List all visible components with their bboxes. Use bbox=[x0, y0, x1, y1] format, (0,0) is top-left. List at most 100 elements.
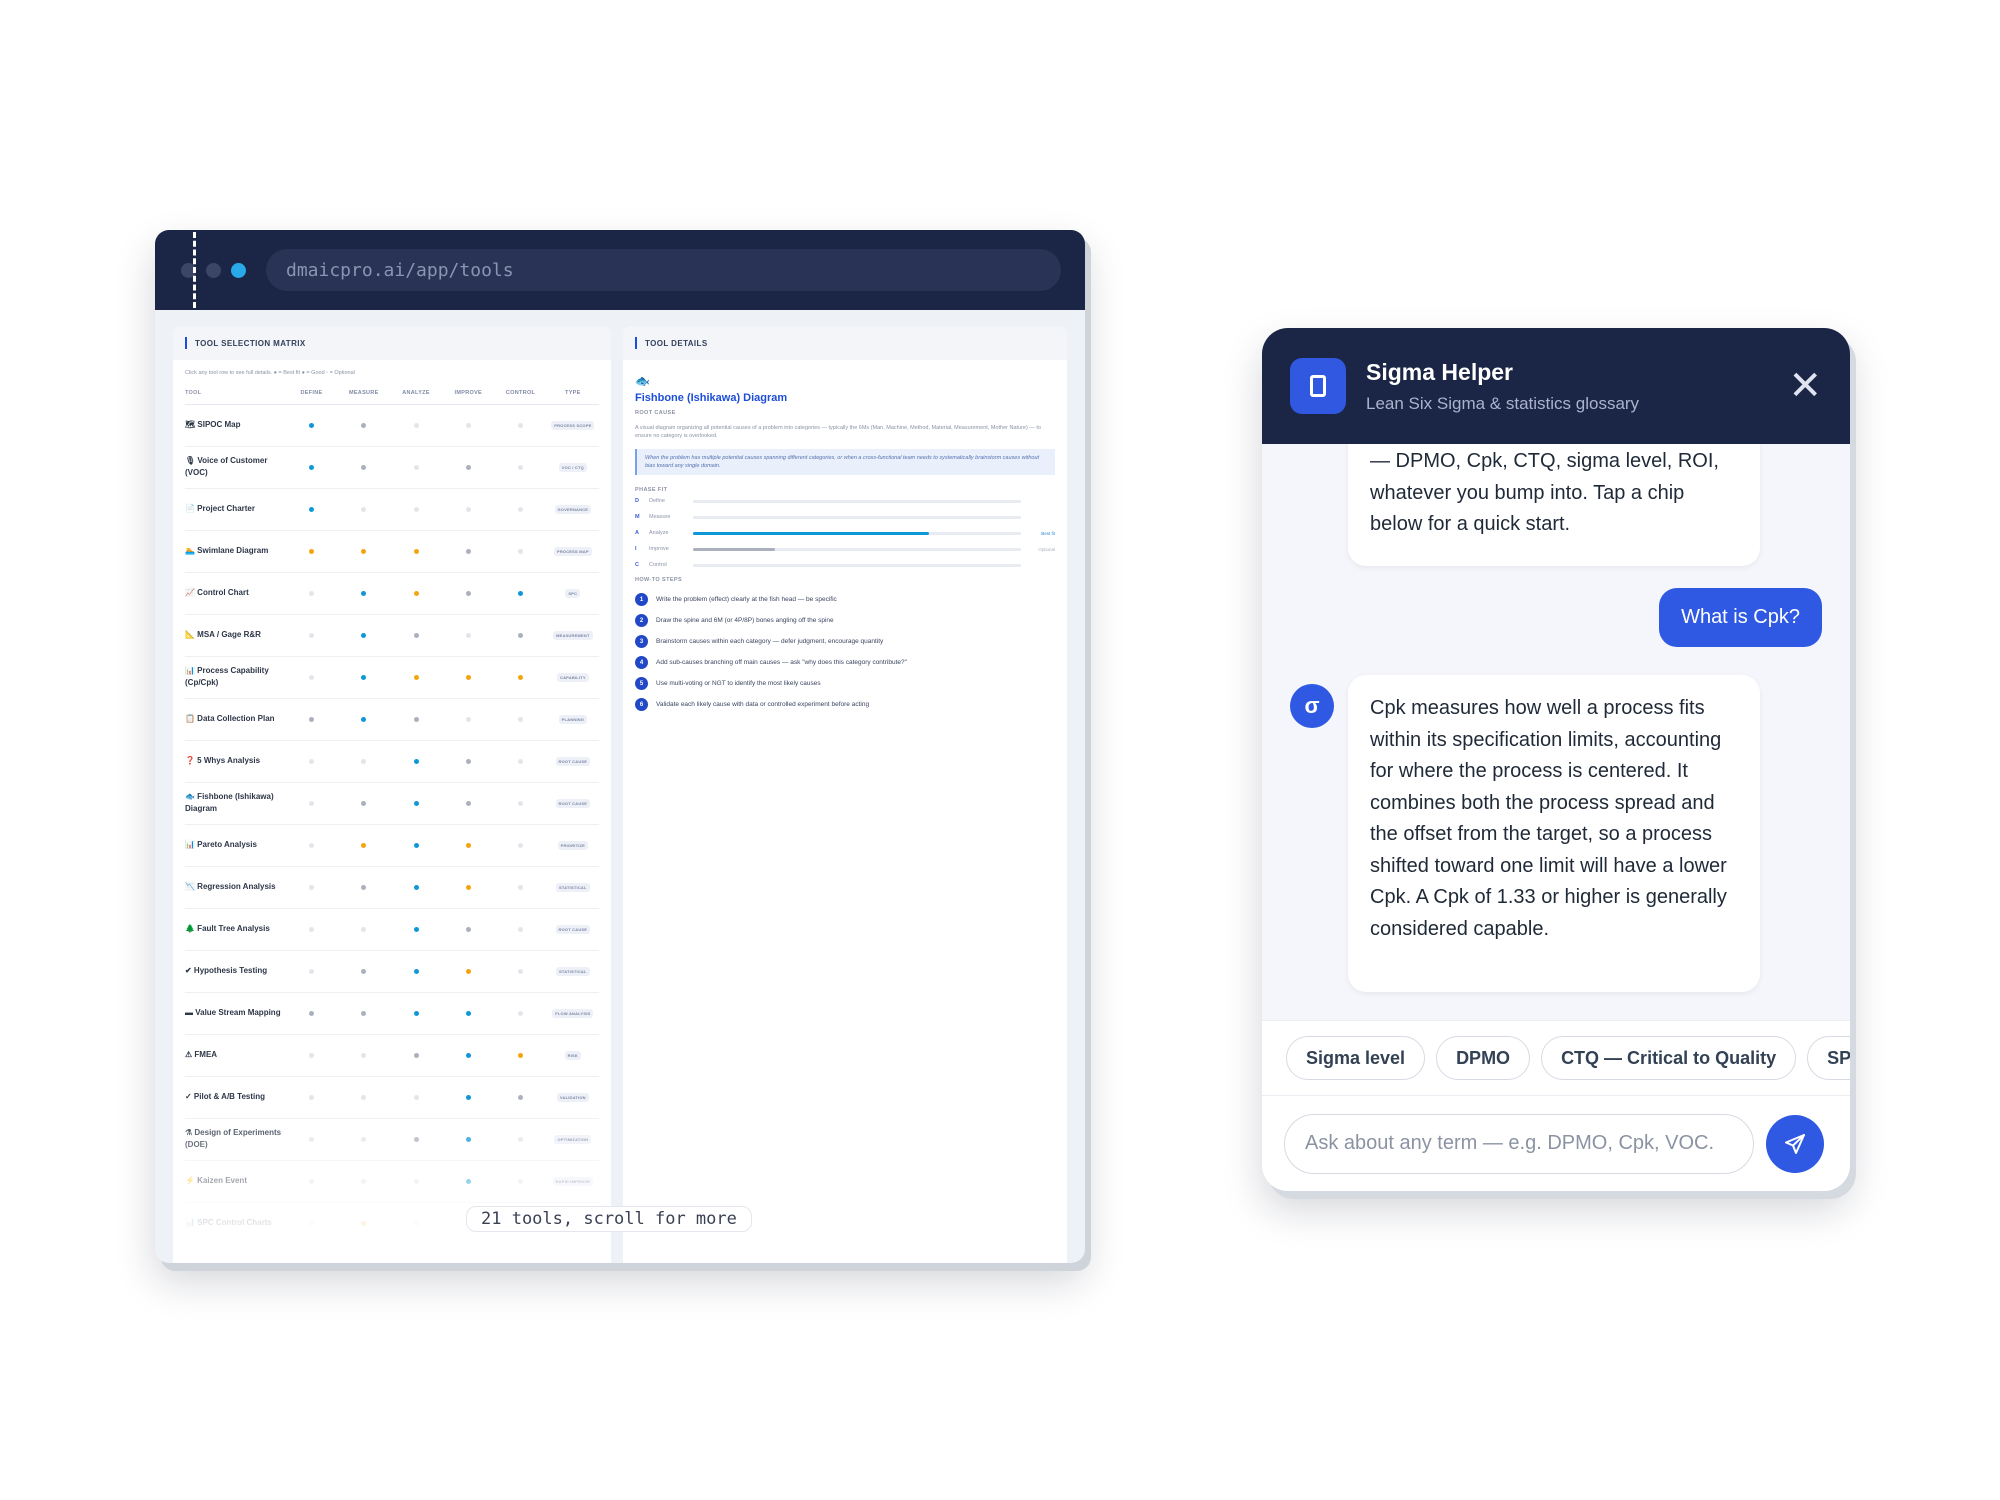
table-row[interactable]: ⚡ Kaizen Event RAPID IMPROVE bbox=[185, 1160, 599, 1203]
chip-sigma-level[interactable]: Sigma level bbox=[1286, 1036, 1426, 1080]
fit-dot-icon bbox=[518, 632, 524, 638]
tool-type-badge: OPTIMIZATION bbox=[554, 1135, 592, 1144]
column-header-define: DEFINE bbox=[285, 382, 338, 405]
phase-fit-cell bbox=[442, 656, 495, 699]
tool-name-cell: 📉 Regression Analysis bbox=[185, 866, 286, 909]
table-row[interactable]: 📊 Process Capability (Cp/Cpk) CAPABILITY bbox=[185, 656, 599, 699]
phase-fit-track bbox=[693, 499, 1021, 503]
send-button[interactable] bbox=[1766, 1114, 1824, 1173]
window-dot-active-icon[interactable] bbox=[231, 262, 246, 278]
table-row[interactable]: 📄 Project Charter GOVERNANCE bbox=[185, 488, 599, 531]
table-row[interactable]: ⚠ FMEA RISK bbox=[185, 1034, 599, 1077]
phase-fit-cell bbox=[285, 614, 338, 657]
phase-fit-cell bbox=[442, 614, 495, 657]
fit-dot-icon bbox=[518, 1094, 524, 1100]
address-bar[interactable]: dmaicpro.ai/app/tools bbox=[266, 249, 1061, 291]
phase-fit-cell bbox=[389, 992, 443, 1035]
fit-dot-icon bbox=[518, 1178, 524, 1184]
phase-fit-cell bbox=[442, 530, 495, 573]
table-row[interactable]: 📐 MSA / Gage R&R MEASUREMENT bbox=[185, 614, 599, 657]
fit-dot-icon bbox=[361, 884, 367, 890]
phase-fit-cell bbox=[389, 698, 443, 741]
phase-fit-cell bbox=[337, 740, 390, 783]
chip-ctq[interactable]: CTQ — Critical to Quality bbox=[1541, 1036, 1797, 1080]
tool-name-cell: 🎙 Voice of Customer (VOC) bbox=[185, 446, 286, 489]
fit-dot-icon bbox=[465, 422, 471, 428]
table-row[interactable]: 📋 Data Collection Plan PLANNING bbox=[185, 698, 599, 741]
phase-fit-cell bbox=[494, 824, 547, 867]
window-dot-icon[interactable] bbox=[206, 262, 221, 278]
phase-fit-cell bbox=[285, 1118, 338, 1161]
fit-dot-icon bbox=[465, 800, 471, 806]
fit-dot-icon bbox=[308, 1010, 314, 1016]
fit-dot-icon bbox=[308, 674, 314, 680]
table-row[interactable]: ⚗ Design of Experiments (DOE) OPTIMIZATIO… bbox=[185, 1118, 599, 1161]
tool-type-cell: PLANNING bbox=[546, 698, 599, 741]
chat-input[interactable] bbox=[1284, 1113, 1754, 1174]
phase-fit-cell bbox=[494, 1076, 547, 1119]
fit-dot-icon bbox=[518, 1052, 524, 1058]
phase-fit-fill bbox=[693, 531, 930, 535]
phase-fit-cell bbox=[389, 1202, 443, 1245]
table-row[interactable]: 🗺 SIPOC Map PROCESS SCOPE bbox=[185, 404, 599, 447]
fit-dot-icon bbox=[308, 926, 314, 932]
phase-fit-cell bbox=[494, 1118, 547, 1161]
how-to-step: 2 Draw the spine and 6M (or 4P/8P) bones … bbox=[635, 610, 1055, 631]
phase-fit-cell bbox=[442, 908, 495, 951]
phase-fit-cell bbox=[389, 488, 443, 531]
tool-type-cell: ROOT CAUSE bbox=[546, 740, 599, 783]
chat-header: Sigma Helper Lean Six Sigma & statistics… bbox=[1262, 328, 1850, 444]
table-row[interactable]: ✓ Pilot & A/B Testing VALIDATION bbox=[185, 1076, 599, 1119]
tool-type-cell: OPTIMIZATION bbox=[546, 1118, 599, 1161]
phase-fit-cell bbox=[337, 698, 390, 741]
tool-type-cell: PROCESS MAP bbox=[546, 530, 599, 573]
tool-type-cell: CAPABILITY bbox=[546, 656, 599, 699]
phase-fit-cell bbox=[494, 614, 547, 657]
chip-spc[interactable]: SPC bbox=[1807, 1036, 1850, 1080]
table-row[interactable]: 🏊 Swimlane Diagram PROCESS MAP bbox=[185, 530, 599, 573]
table-row[interactable]: 🌲 Fault Tree Analysis ROOT CAUSE bbox=[185, 908, 599, 951]
message-list[interactable]: — DPMO, Cpk, CTQ, sigma level, ROI, what… bbox=[1262, 444, 1850, 1020]
app-panels: TOOL SELECTION MATRIX Click any tool row… bbox=[173, 326, 1067, 1263]
fit-dot-icon bbox=[413, 1052, 419, 1058]
step-text: Use multi-voting or NGT to identify the … bbox=[656, 680, 821, 687]
browser-toolbar: dmaicpro.ai/app/tools bbox=[155, 230, 1085, 310]
send-icon bbox=[1785, 1133, 1805, 1154]
fit-dot-icon bbox=[361, 1220, 367, 1226]
tool-type-badge: ROOT CAUSE bbox=[555, 799, 591, 808]
fit-dot-icon bbox=[308, 1052, 314, 1058]
how-to-step: 6 Validate each likely cause with data or… bbox=[635, 694, 1055, 715]
table-row[interactable]: ✔ Hypothesis Testing STATISTICAL bbox=[185, 950, 599, 993]
phase-fit-cell bbox=[337, 614, 390, 657]
phase-fit-cell bbox=[442, 740, 495, 783]
chip-dpmo[interactable]: DPMO bbox=[1436, 1036, 1531, 1080]
tool-type-cell: ROOT CAUSE bbox=[546, 908, 599, 951]
table-row[interactable]: ❓ 5 Whys Analysis ROOT CAUSE bbox=[185, 740, 599, 783]
fit-dot-icon bbox=[518, 506, 524, 512]
phase-fit-cell bbox=[389, 1076, 443, 1119]
table-row[interactable]: 📊 Pareto Analysis PRIORITIZE bbox=[185, 824, 599, 867]
phase-fit-cell bbox=[285, 1076, 338, 1119]
tool-type-badge: SPC bbox=[565, 589, 581, 598]
table-row[interactable]: 🐟 Fishbone (Ishikawa) Diagram ROOT CAUSE bbox=[185, 782, 599, 825]
phase-fit-cell bbox=[337, 488, 390, 531]
table-row[interactable]: 📉 Regression Analysis STATISTICAL bbox=[185, 866, 599, 909]
fit-dot-icon bbox=[413, 506, 419, 512]
user-message: What is Cpk? bbox=[1659, 588, 1822, 647]
table-row[interactable]: 🎙 Voice of Customer (VOC) VOC / CTQ bbox=[185, 446, 599, 489]
close-icon[interactable]: ✕ bbox=[1788, 366, 1822, 406]
tool-type-badge: PLANNING bbox=[558, 715, 588, 724]
phase-fit-cell bbox=[389, 404, 443, 447]
tool-type-badge: ROOT CAUSE bbox=[555, 925, 591, 934]
phase-fit-cell bbox=[389, 782, 443, 825]
phase-fit-cell bbox=[442, 1076, 495, 1119]
table-row[interactable]: 📈 Control Chart SPC bbox=[185, 572, 599, 615]
table-row[interactable]: ▬ Value Stream Mapping FLOW ANALYSIS bbox=[185, 992, 599, 1035]
fit-dot-icon bbox=[518, 674, 524, 680]
fit-dot-icon bbox=[518, 842, 524, 848]
fit-dot-icon bbox=[308, 506, 314, 512]
tool-type-badge: STATISTICAL bbox=[556, 883, 590, 892]
how-to-step: 1 Write the problem (effect) clearly at t… bbox=[635, 589, 1055, 610]
phase-letter: D bbox=[635, 498, 639, 504]
phase-fit-cell bbox=[494, 404, 547, 447]
